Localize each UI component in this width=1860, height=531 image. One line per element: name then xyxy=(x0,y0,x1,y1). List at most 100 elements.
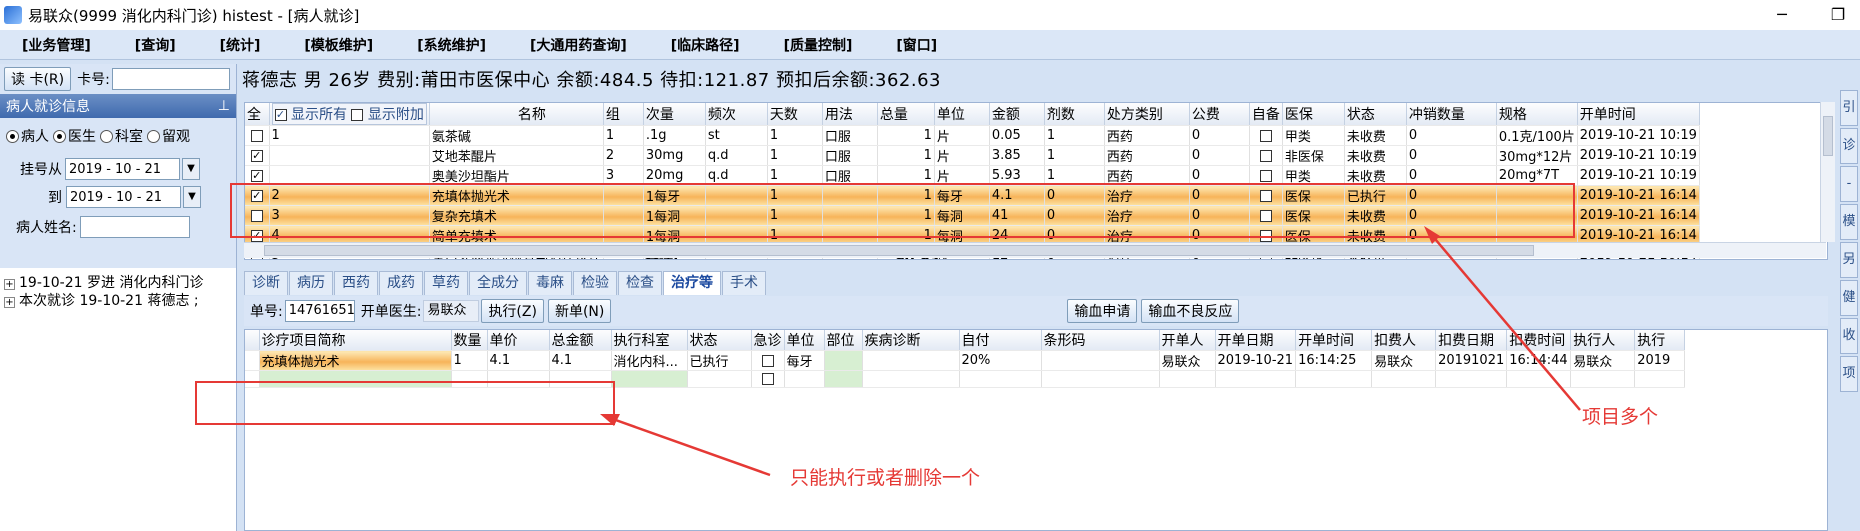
cell-amount[interactable]: 5.93 xyxy=(989,165,1045,186)
col-header[interactable]: 频次 xyxy=(705,103,768,126)
treatment-status[interactable]: 已执行 xyxy=(687,350,752,371)
col-header[interactable]: 金额 xyxy=(989,103,1045,126)
reg-to-date[interactable]: 2019 - 10 - 21 xyxy=(66,186,181,208)
cell-insurance[interactable]: 甲类 xyxy=(1282,165,1345,186)
tab-3[interactable]: 成药 xyxy=(379,271,423,295)
treatment-qty[interactable]: 1 xyxy=(451,350,488,371)
row-checkbox[interactable]: ✓ xyxy=(250,189,263,202)
col-header[interactable]: 单位 xyxy=(784,330,825,351)
cell-unit[interactable]: 片 xyxy=(934,165,990,186)
tab-0[interactable]: 诊断 xyxy=(244,271,288,295)
cell-group[interactable]: 3 xyxy=(603,165,644,186)
row-checkbox[interactable] xyxy=(250,129,263,142)
cell-spec[interactable] xyxy=(1496,205,1578,226)
urgent-checkbox[interactable] xyxy=(761,354,774,367)
cell-name[interactable]: 艾地苯醌片 xyxy=(429,145,604,166)
col-header[interactable]: 状态 xyxy=(687,330,752,351)
own-checkbox[interactable] xyxy=(1259,189,1272,202)
tab-1[interactable]: 病历 xyxy=(289,271,333,295)
cell-group[interactable]: 2 xyxy=(603,145,644,166)
col-header[interactable]: 数量 xyxy=(451,330,488,351)
row-select-cell[interactable] xyxy=(245,205,270,226)
cell-time[interactable]: 2019-10-21 10:19 xyxy=(1577,145,1700,166)
side-tab-2[interactable]: - xyxy=(1840,166,1858,202)
col-header[interactable]: 扣费日期 xyxy=(1435,330,1508,351)
horizontal-scrollbar[interactable] xyxy=(244,242,1826,258)
own-checkbox[interactable] xyxy=(1259,209,1272,222)
cell-usage[interactable] xyxy=(822,185,878,206)
treatment-row[interactable]: 充填体抛光术 1 4.1 4.1 消化内科... 已执行 每牙 20% 易联众 … xyxy=(245,350,1686,371)
cell-freq[interactable] xyxy=(705,205,768,226)
col-header[interactable]: 扣费时间 xyxy=(1506,330,1572,351)
cell-amount[interactable]: 0.05 xyxy=(989,125,1045,146)
cell-total[interactable]: 1 xyxy=(877,165,935,186)
radio-doctor[interactable] xyxy=(53,129,66,143)
own-checkbox[interactable] xyxy=(1259,149,1272,162)
menu-item-business[interactable]: [业务管理] xyxy=(22,35,91,55)
cell-spec[interactable]: 30mg*12片 xyxy=(1496,145,1578,166)
cell-time[interactable]: 2019-10-21 10:19 xyxy=(1577,165,1700,186)
urgent-checkbox-cell[interactable] xyxy=(751,350,785,371)
row-select-cell[interactable]: ✓ xyxy=(245,165,270,186)
execute-button[interactable]: 执行(Z) xyxy=(481,299,544,323)
cell-no[interactable]: 2 xyxy=(269,185,430,206)
tab-7[interactable]: 检验 xyxy=(573,271,617,295)
treatment-doctor[interactable]: 易联众 xyxy=(1159,350,1216,371)
col-header[interactable]: 执行人 xyxy=(1570,330,1636,351)
menu-item-template[interactable]: [模板维护] xyxy=(304,35,373,55)
cell-time[interactable]: 2019-10-21 10:19 xyxy=(1577,125,1700,146)
col-header[interactable]: 部位 xyxy=(824,330,863,351)
read-card-button[interactable]: 读 卡(R) xyxy=(4,67,72,91)
col-header[interactable]: 执行科室 xyxy=(611,330,688,351)
prescription-row[interactable]: ✓ 艾地苯醌片 2 30mg q.d 1 口服 1 片 3.85 1 西药 0 非医保 未收费 0 30mg*1… xyxy=(245,145,1700,166)
cell-spec[interactable]: 20mg*7T xyxy=(1496,165,1578,186)
tree-item[interactable]: +19-10-21 罗进 消化内科门诊 xyxy=(4,274,232,292)
new-order-button[interactable]: 新单(N) xyxy=(547,299,612,323)
cell-insurance[interactable]: 甲类 xyxy=(1282,125,1345,146)
cell-no[interactable]: 1 xyxy=(269,125,430,146)
cell-status[interactable]: 未收费 xyxy=(1344,205,1407,226)
cell-doses[interactable]: 0 xyxy=(1044,205,1105,226)
side-tab-4[interactable]: 另 xyxy=(1840,242,1858,278)
cell-own[interactable] xyxy=(1249,145,1283,166)
cell-offset[interactable]: 0 xyxy=(1406,145,1497,166)
cell-category[interactable]: 治疗 xyxy=(1104,205,1190,226)
cell-public[interactable]: 0 xyxy=(1189,165,1250,186)
cell-dose[interactable]: 20mg xyxy=(643,165,706,186)
treatment-price[interactable]: 4.1 xyxy=(487,350,550,371)
col-header[interactable]: 自付 xyxy=(959,330,1042,351)
cell-public[interactable]: 0 xyxy=(1189,205,1250,226)
cell-status[interactable]: 已执行 xyxy=(1344,185,1407,206)
minimize-button[interactable]: ─ xyxy=(1762,2,1802,28)
cell-usage[interactable]: 口服 xyxy=(822,145,878,166)
cell-status[interactable]: 未收费 xyxy=(1344,145,1407,166)
card-no-input[interactable] xyxy=(111,68,230,90)
cell-group[interactable] xyxy=(603,205,644,226)
col-header[interactable]: 剂数 xyxy=(1044,103,1105,126)
cell-doses[interactable]: 1 xyxy=(1044,165,1105,186)
cell-status[interactable]: 未收费 xyxy=(1344,165,1407,186)
cell-amount[interactable]: 41 xyxy=(989,205,1045,226)
expand-icon[interactable]: + xyxy=(4,297,15,308)
col-header[interactable]: 急诊 xyxy=(751,330,785,351)
urgent-checkbox[interactable] xyxy=(761,373,774,385)
tab-6[interactable]: 毒麻 xyxy=(528,271,572,295)
own-checkbox[interactable] xyxy=(1259,129,1272,142)
expand-icon[interactable]: + xyxy=(4,279,15,290)
col-header[interactable]: 条形码 xyxy=(1041,330,1160,351)
cell-freq[interactable]: q.d xyxy=(705,165,768,186)
cell-offset[interactable]: 0 xyxy=(1406,125,1497,146)
cell-days[interactable]: 1 xyxy=(767,185,823,206)
radio-observe[interactable] xyxy=(147,129,160,143)
cell-offset[interactable]: 0 xyxy=(1406,165,1497,186)
col-header[interactable]: 公费 xyxy=(1189,103,1250,126)
cell-unit[interactable]: 片 xyxy=(934,125,990,146)
cell-unit[interactable]: 每洞 xyxy=(934,205,990,226)
tab-10[interactable]: 手术 xyxy=(722,271,766,295)
treatment-charge-date[interactable]: 20191021 xyxy=(1435,350,1508,371)
cell-dose[interactable]: 1每洞 xyxy=(643,205,706,226)
col-header[interactable]: 单位 xyxy=(934,103,990,126)
col-header[interactable]: 开单日期 xyxy=(1215,330,1297,351)
menu-item-query[interactable]: [查询] xyxy=(135,35,176,55)
cell-freq[interactable]: q.d xyxy=(705,145,768,166)
